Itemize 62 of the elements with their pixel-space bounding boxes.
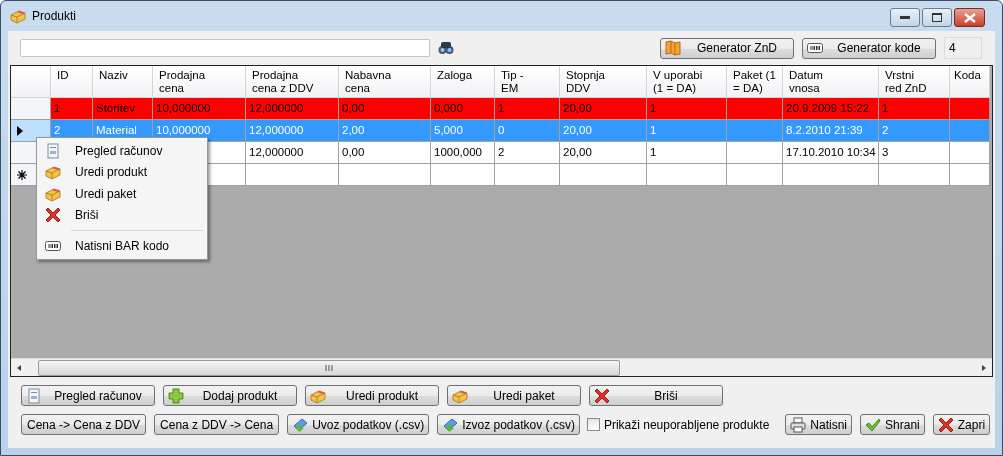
table-cell: 20,00 bbox=[560, 98, 647, 120]
dialog-button[interactable]: Natisni bbox=[785, 414, 853, 435]
column-header[interactable]: Prodajna cena z DDV bbox=[246, 66, 339, 98]
table-cell: 12,000000 bbox=[246, 98, 339, 120]
table-cell: 8.2.2010 21:39 bbox=[783, 120, 879, 142]
tool-button[interactable]: Cena z DDV -> Cena bbox=[154, 414, 280, 435]
action-button[interactable]: Pregled računov bbox=[21, 385, 155, 406]
table-cell: 1 bbox=[647, 142, 727, 164]
action-button[interactable]: Briši bbox=[589, 385, 723, 406]
table-cell: 1 bbox=[647, 98, 727, 120]
table-cell: 0,000 bbox=[431, 98, 495, 120]
column-header[interactable]: Tip - EM bbox=[495, 66, 560, 98]
table-cell: 1 bbox=[495, 98, 560, 120]
menu-item[interactable]: Pregled računov bbox=[39, 140, 205, 162]
table-cell: 20,00 bbox=[560, 120, 647, 142]
table-cell: 20,00 bbox=[560, 142, 647, 164]
column-header[interactable]: Stopnja DDV bbox=[560, 66, 647, 98]
tool-button[interactable]: Cena -> Cena z DDV bbox=[21, 414, 147, 435]
column-header[interactable]: V uporabi (1 = DA) bbox=[647, 66, 727, 98]
column-header[interactable]: Paket (1 = DA) bbox=[727, 66, 783, 98]
column-header[interactable]: Vrstni red ZnD bbox=[879, 66, 950, 98]
table-cell: 2,00 bbox=[339, 120, 431, 142]
table-cell: 1000,000 bbox=[431, 142, 495, 164]
table-cell: 2 bbox=[495, 142, 560, 164]
column-header[interactable]: Naziv bbox=[93, 66, 153, 98]
table-cell: 0,00 bbox=[339, 98, 431, 120]
column-header[interactable]: Koda bbox=[950, 66, 990, 98]
column-header[interactable]: Prodajna cena bbox=[153, 66, 246, 98]
table-cell: 10,000000 bbox=[153, 98, 246, 120]
menu-item[interactable]: Uredi paket bbox=[39, 183, 205, 205]
tool-button[interactable]: Uvoz podatkov (.csv) bbox=[287, 414, 430, 435]
table-cell: 2 bbox=[879, 120, 950, 142]
counter-field[interactable]: 4 bbox=[944, 37, 982, 59]
column-header[interactable]: Datum vnosa bbox=[783, 66, 879, 98]
table-cell: Storitev bbox=[93, 98, 153, 120]
tool-button[interactable]: Izvoz podatkov (.csv) bbox=[437, 414, 580, 435]
toolbar-button[interactable]: Generator ZnD bbox=[660, 37, 794, 59]
dialog-button[interactable]: Zapri bbox=[932, 414, 991, 435]
table-cell: 17.10.2010 10:34 bbox=[783, 142, 879, 164]
toolbar-button[interactable]: Generator kode bbox=[802, 37, 936, 59]
action-button[interactable]: Uredi produkt bbox=[305, 385, 439, 406]
table-cell: 0 bbox=[495, 120, 560, 142]
dialog-button[interactable]: Shrani bbox=[860, 414, 925, 435]
action-button[interactable]: Dodaj produkt bbox=[163, 385, 297, 406]
table-cell: 5,000 bbox=[431, 120, 495, 142]
table-cell: 1 bbox=[879, 98, 950, 120]
window-title: Produkti bbox=[32, 9, 77, 23]
table-cell: 0,00 bbox=[339, 142, 431, 164]
table-cell: 1 bbox=[647, 120, 727, 142]
column-header[interactable]: ID bbox=[51, 66, 93, 98]
menu-item[interactable]: Briši bbox=[39, 204, 205, 226]
action-button[interactable]: Uredi paket bbox=[447, 385, 581, 406]
column-header[interactable]: Zaloga bbox=[431, 66, 495, 98]
checkbox-label[interactable]: Prikaži neuporabljene produkte bbox=[603, 417, 770, 432]
column-header[interactable]: Nabavna cena bbox=[339, 66, 431, 98]
menu-item[interactable]: Uredi produkt bbox=[39, 161, 205, 183]
table-cell: 12,000000 bbox=[246, 142, 339, 164]
table-cell: 3 bbox=[879, 142, 950, 164]
menu-item[interactable]: Natisni BAR kodo bbox=[39, 235, 205, 257]
table-cell: 1 bbox=[51, 98, 93, 120]
table-cell: 12,000000 bbox=[246, 120, 339, 142]
table-cell: 20.9.2009 15:22 bbox=[783, 98, 879, 120]
